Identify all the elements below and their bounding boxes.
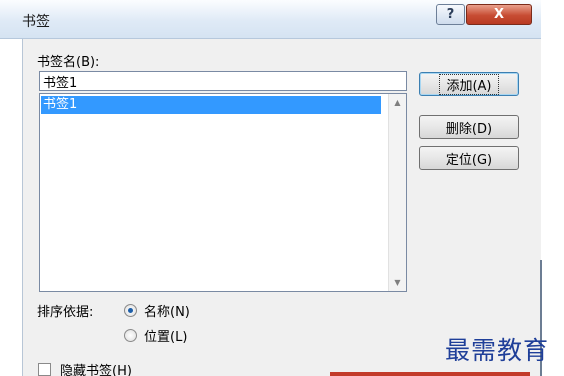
bookmark-name-label: 书签名(B): <box>37 55 100 70</box>
background-window-strip <box>330 372 530 376</box>
help-icon: ? <box>446 7 455 22</box>
bookmark-list[interactable]: 书签1 ▲ ▼ <box>39 93 407 292</box>
close-icon: X <box>493 7 505 22</box>
dialog-body: 书签名(B): 书签1 ▲ ▼ 添加(A) 删除(D) 定位(G) 排序依据: … <box>22 39 541 376</box>
delete-button[interactable]: 删除(D) <box>419 115 519 139</box>
close-button[interactable]: X <box>466 4 532 25</box>
watermark-text: 最需教育 <box>445 336 550 365</box>
hidden-bookmarks-label[interactable]: 隐藏书签(H) <box>60 360 132 376</box>
scroll-down-icon[interactable]: ▼ <box>389 274 406 291</box>
title-bar: 书签 ? X <box>0 0 541 39</box>
bookmark-name-input[interactable] <box>39 71 407 91</box>
sort-by-name-label[interactable]: 名称(N) <box>144 301 190 320</box>
sort-by-label: 排序依据: <box>37 305 94 320</box>
list-item[interactable]: 书签1 <box>41 96 381 114</box>
dialog-title: 书签 <box>22 14 50 30</box>
scroll-up-icon[interactable]: ▲ <box>389 94 406 111</box>
add-button-label: 添加(A) <box>439 73 499 95</box>
sort-by-location-label[interactable]: 位置(L) <box>144 326 187 345</box>
bookmark-dialog: 书签 ? X 书签名(B): 书签1 ▲ ▼ 添加(A) 删除(D) 定位(G)… <box>0 0 541 376</box>
goto-button[interactable]: 定位(G) <box>419 146 519 170</box>
list-scrollbar[interactable]: ▲ ▼ <box>388 94 406 291</box>
hidden-bookmarks-checkbox[interactable] <box>38 363 51 376</box>
add-button[interactable]: 添加(A) <box>419 72 519 96</box>
sort-by-location-radio[interactable] <box>124 329 137 342</box>
sort-by-name-radio[interactable] <box>124 304 137 317</box>
help-button[interactable]: ? <box>436 4 465 25</box>
